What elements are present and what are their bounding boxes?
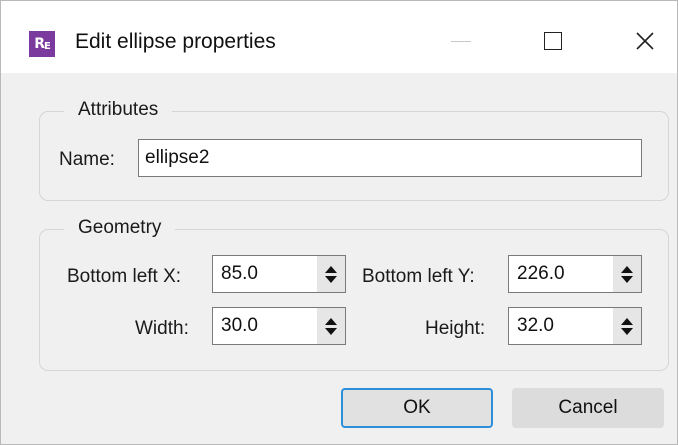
- height-label: Height:: [425, 318, 486, 339]
- bottom-left-x-label: Bottom left X:: [67, 266, 182, 287]
- maximize-button[interactable]: [533, 23, 573, 59]
- geometry-group: Geometry: [39, 217, 669, 371]
- window-title: Edit ellipse properties: [75, 30, 276, 53]
- width-stepper[interactable]: [317, 308, 345, 344]
- bottom-left-x-value[interactable]: 85.0: [221, 263, 258, 285]
- minimize-icon: [451, 40, 471, 42]
- maximize-icon: [544, 32, 562, 50]
- close-button[interactable]: [625, 23, 665, 59]
- spin-down-icon[interactable]: [621, 275, 633, 283]
- bottom-left-y-stepper[interactable]: [613, 256, 641, 292]
- spin-down-icon[interactable]: [621, 327, 633, 335]
- spin-up-icon[interactable]: [621, 265, 633, 273]
- bottom-left-y-spinbox[interactable]: 226.0: [508, 255, 642, 293]
- height-value[interactable]: 32.0: [517, 315, 554, 337]
- app-logo-icon: RE: [29, 31, 55, 57]
- spin-up-icon[interactable]: [325, 265, 337, 273]
- dialog-window: RE Edit ellipse properties Attributes Na…: [0, 0, 678, 445]
- ok-button[interactable]: OK: [341, 388, 493, 428]
- width-label: Width:: [135, 318, 189, 339]
- spin-up-icon[interactable]: [325, 317, 337, 325]
- height-stepper[interactable]: [613, 308, 641, 344]
- attributes-group-title: Attributes: [64, 99, 173, 121]
- bottom-left-y-value[interactable]: 226.0: [517, 263, 565, 285]
- bottom-left-y-label: Bottom left Y:: [362, 266, 475, 287]
- minimize-button[interactable]: [441, 23, 481, 59]
- cancel-button[interactable]: Cancel: [512, 388, 664, 428]
- bottom-left-x-stepper[interactable]: [317, 256, 345, 292]
- spin-up-icon[interactable]: [621, 317, 633, 325]
- close-icon: [636, 32, 654, 50]
- title-bar[interactable]: RE Edit ellipse properties: [1, 1, 677, 73]
- name-field[interactable]: [138, 139, 642, 177]
- geometry-group-title: Geometry: [64, 217, 176, 239]
- spin-down-icon[interactable]: [325, 327, 337, 335]
- width-value[interactable]: 30.0: [221, 315, 258, 337]
- bottom-left-x-spinbox[interactable]: 85.0: [212, 255, 346, 293]
- name-label: Name:: [59, 149, 115, 170]
- spin-down-icon[interactable]: [325, 275, 337, 283]
- width-spinbox[interactable]: 30.0: [212, 307, 346, 345]
- height-spinbox[interactable]: 32.0: [508, 307, 642, 345]
